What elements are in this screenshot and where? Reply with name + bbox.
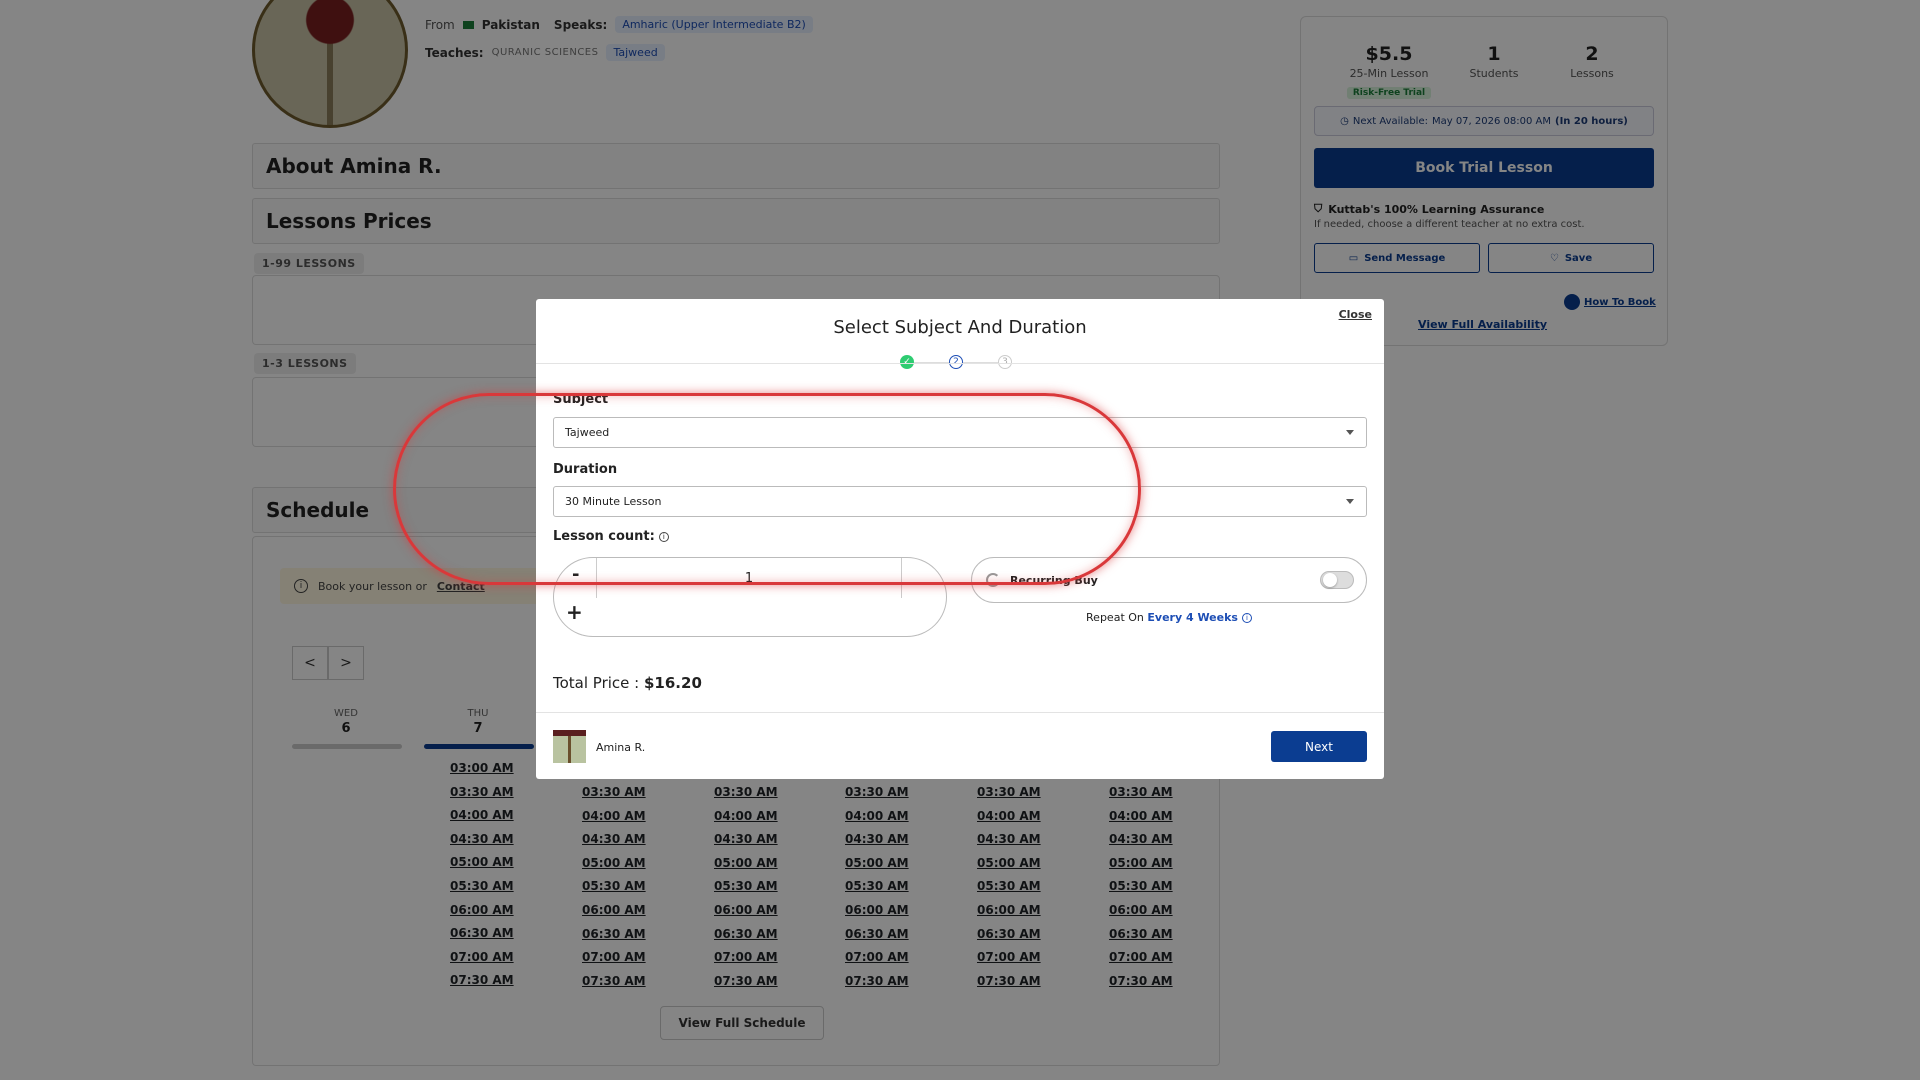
chevron-down-icon [1346,499,1354,504]
next-button[interactable]: Next [1271,731,1367,762]
increment-button[interactable]: + [566,600,583,624]
footer-divider [536,712,1384,713]
step-indicator: ✓ 2 3 [900,355,1012,369]
lesson-count-input[interactable]: 1 [596,558,902,598]
teacher-thumbnail [553,730,586,763]
recurring-buy-toggle-row[interactable]: Recurring Buy [971,557,1367,603]
info-icon[interactable]: i [658,531,669,542]
total-price-value: $16.20 [644,674,702,692]
teacher-name: Amina R. [596,741,646,754]
chevron-down-icon [1346,430,1354,435]
repeat-on: Repeat On Every 4 Weeks i [971,611,1367,624]
repeat-icon [986,573,1000,587]
subject-label: Subject [553,392,609,407]
total-price: Total Price : $16.20 [553,674,702,692]
lesson-count-stepper: - 1 + [553,557,947,637]
decrement-button[interactable]: - [572,564,579,585]
duration-value: 30 Minute Lesson [565,495,662,508]
modal-title: Select Subject And Duration [833,317,1087,338]
close-button[interactable]: Close [1339,308,1372,321]
info-icon[interactable]: i [1241,613,1252,623]
step-3: 3 [998,355,1012,369]
header-divider [536,363,1384,364]
duration-label: Duration [553,462,618,477]
subject-value: Tajweed [565,426,610,439]
step-2: 2 [949,355,963,369]
recurring-toggle[interactable] [1320,571,1354,589]
lesson-count-label: Lesson count: i [553,529,669,544]
step-1-check-icon: ✓ [900,355,914,369]
select-subject-modal: Select Subject And Duration Close ✓ 2 3 … [536,299,1384,779]
subject-select[interactable]: Tajweed [553,417,1367,448]
duration-select[interactable]: 30 Minute Lesson [553,486,1367,517]
repeat-interval-link[interactable]: Every 4 Weeks [1147,611,1238,624]
recurring-label: Recurring Buy [1010,573,1098,587]
